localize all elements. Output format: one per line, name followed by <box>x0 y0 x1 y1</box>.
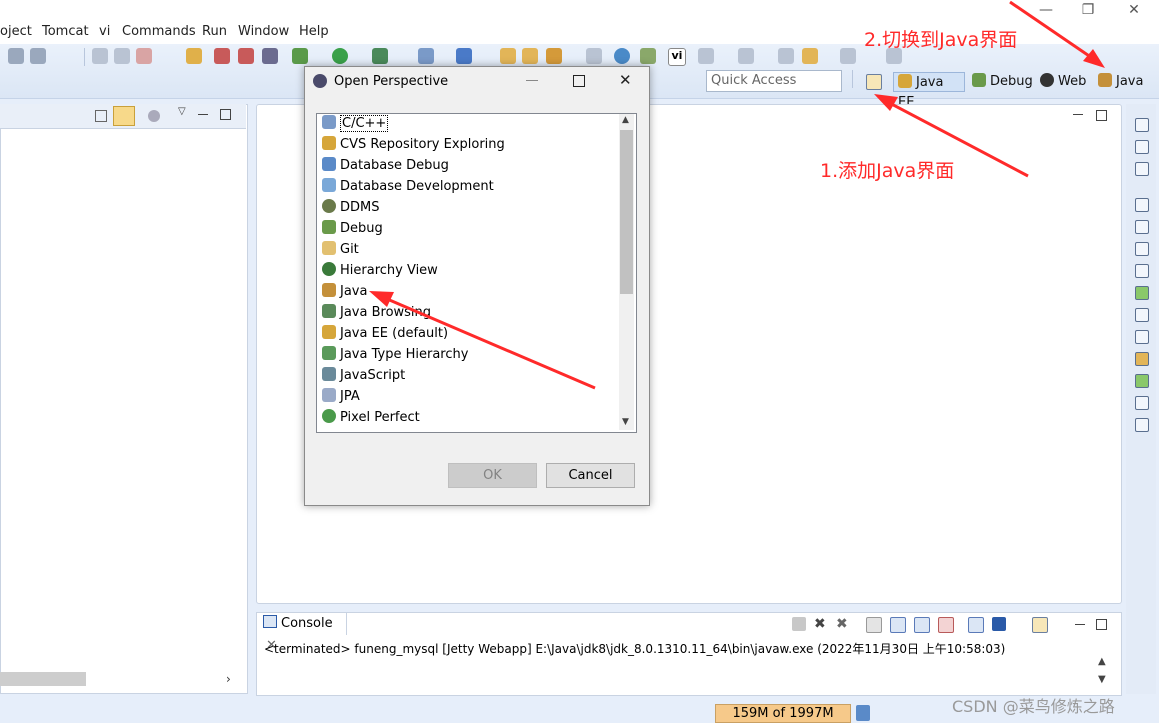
arrowhead <box>1083 49 1105 68</box>
arrowhead <box>369 291 394 307</box>
arrow-to-java-perspective <box>1009 0 1099 64</box>
arrow-to-open-perspective <box>883 98 1029 178</box>
annotation-arrows <box>369 0 1105 390</box>
arrowhead <box>874 94 898 111</box>
arrow-to-java-item <box>379 294 596 390</box>
